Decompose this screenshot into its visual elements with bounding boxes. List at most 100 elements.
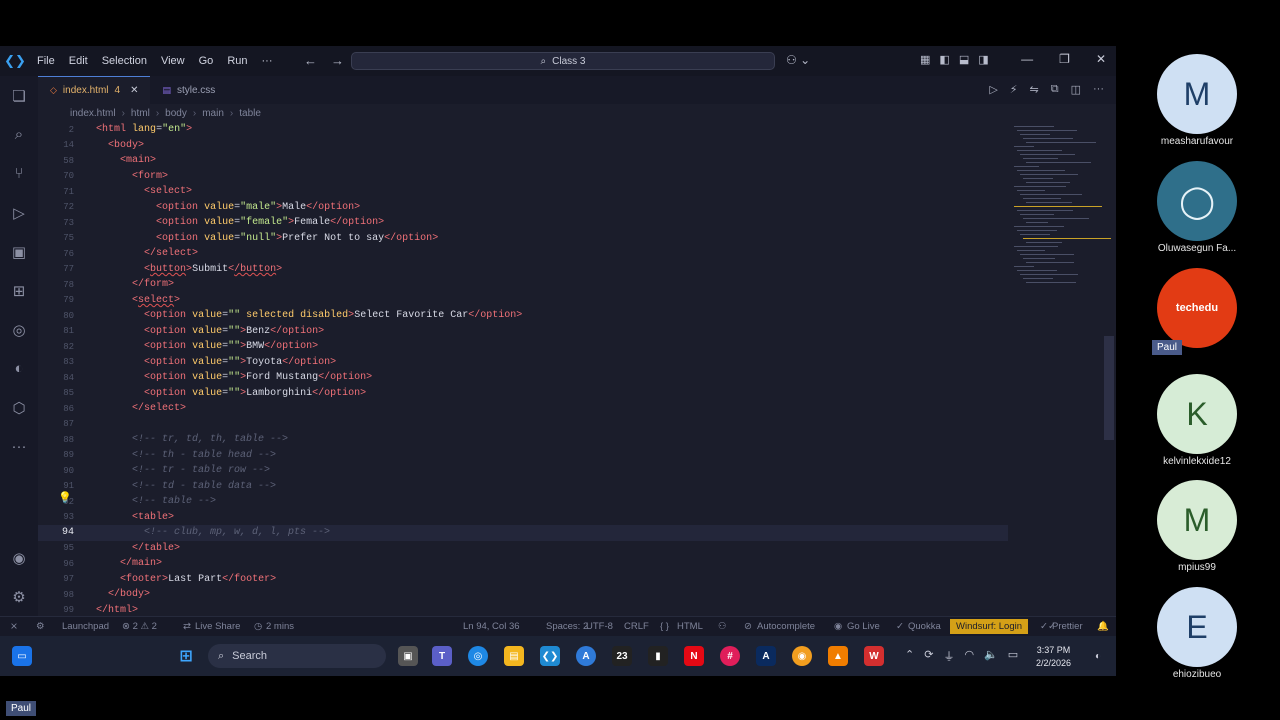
do-not-disturb-icon[interactable]: ◐ <box>1088 646 1108 666</box>
code-line[interactable]: 79 <select> <box>38 293 1008 309</box>
firefox-icon[interactable]: ◉ <box>792 646 812 666</box>
code-line[interactable]: 76 </select> <box>38 246 1008 262</box>
menu-edit[interactable]: Edit <box>62 55 95 67</box>
windsurf-login-button[interactable]: Windsurf: Login <box>950 619 1029 634</box>
quokka-item[interactable]: Quokka <box>908 621 941 632</box>
wps-office-icon[interactable]: W <box>864 646 884 666</box>
go-live-item[interactable]: Go Live <box>847 621 880 632</box>
microphone-icon[interactable]: ⏚ <box>943 648 954 664</box>
chrome-icon[interactable]: ◎ <box>468 646 488 666</box>
code-line[interactable]: 92 <!-- table --> <box>38 494 1008 510</box>
teams-icon[interactable]: T <box>432 646 452 666</box>
split-editor-icon[interactable]: ◫ <box>1071 83 1081 96</box>
code-line[interactable]: 95 </table> <box>38 541 1008 557</box>
edge-tools-icon[interactable]: ◐ <box>0 349 38 388</box>
terminal-icon[interactable]: ▮ <box>648 646 668 666</box>
remote-icon[interactable]: ⨯ <box>10 621 18 632</box>
minimize-icon[interactable]: — <box>1021 52 1033 66</box>
indentation[interactable]: Spaces: 2 <box>546 621 588 632</box>
participant-tile[interactable]: ◯ Oluwasegun Fa... <box>1130 161 1264 254</box>
problems-item[interactable]: ⊗ 2 ⚠ 2 <box>122 621 157 632</box>
minimap[interactable] <box>1010 122 1111 442</box>
code-line[interactable]: 91 <!-- td - table data --> <box>38 479 1008 495</box>
tab-style-css[interactable]: ▤ style.css <box>150 76 227 104</box>
task-view-icon[interactable]: ▣ <box>398 646 418 666</box>
line-ending[interactable]: CRLF <box>624 621 649 632</box>
battery-icon[interactable]: ▭ <box>1008 648 1018 664</box>
code-line[interactable]: 94 <!-- club, mp, w, d, l, pts --> <box>38 525 1008 541</box>
code-line[interactable]: 97 <footer>Last Part</footer> <box>38 572 1008 588</box>
breadcrumb-item[interactable]: index.html <box>70 108 116 119</box>
app-store-icon[interactable]: A <box>576 646 596 666</box>
sync-icon[interactable]: ⟳ <box>924 648 933 664</box>
gitlens-icon[interactable]: ◎ <box>0 310 38 349</box>
code-line[interactable]: 89 <!-- th - table head --> <box>38 448 1008 464</box>
source-control-icon[interactable]: ⑂ <box>0 154 38 193</box>
code-line[interactable]: 77 <button>Submit</button> <box>38 262 1008 278</box>
prettier-item[interactable]: Prettier <box>1052 621 1083 632</box>
slack-icon[interactable]: # <box>720 646 740 666</box>
autocomplete-item[interactable]: Autocomplete <box>757 621 815 632</box>
code-line[interactable]: 85 <option value="">Lamborghini</option> <box>38 386 1008 402</box>
search-view-icon[interactable]: ⌕ <box>0 115 38 154</box>
cursor-position[interactable]: Ln 94, Col 36 <box>463 621 520 632</box>
breadcrumb-item[interactable]: body <box>165 108 187 119</box>
timer-item[interactable]: 2 mins <box>266 621 294 632</box>
participant-tile[interactable]: Mmpius99 <box>1130 480 1264 573</box>
scrollbar-thumb[interactable] <box>1104 336 1114 440</box>
run-debug-icon[interactable]: ▷ <box>0 193 38 232</box>
arc-icon[interactable]: A <box>756 646 776 666</box>
menu-run[interactable]: Run <box>220 55 254 67</box>
open-preview-icon[interactable]: ⧉ <box>1051 83 1059 96</box>
breadcrumb-item[interactable]: table <box>239 108 261 119</box>
breadcrumb-item[interactable]: main <box>202 108 224 119</box>
windows-start-icon[interactable]: ⊞ <box>176 646 196 666</box>
code-line[interactable]: 78 </form> <box>38 277 1008 293</box>
code-line[interactable]: 71 <select> <box>38 184 1008 200</box>
code-line[interactable]: 58 <main> <box>38 153 1008 169</box>
code-line[interactable]: 81 <option value="">Benz</option> <box>38 324 1008 340</box>
menu-more[interactable]: ··· <box>255 55 280 67</box>
command-center-search[interactable]: ⌕ Class 3 <box>351 52 775 70</box>
explorer-icon[interactable]: ❏ <box>0 76 38 115</box>
restore-icon[interactable]: ❐ <box>1059 52 1070 66</box>
toggle-secondary-sidebar-icon[interactable]: ◨ <box>978 53 988 66</box>
toggle-sidebar-icon[interactable]: ◧ <box>939 53 949 66</box>
code-line[interactable]: 86 </select> <box>38 401 1008 417</box>
wifi-icon[interactable]: ◠ <box>964 648 974 664</box>
vscode-taskbar-icon[interactable]: ❮❯ <box>540 646 560 666</box>
language-mode[interactable]: HTML <box>677 621 703 632</box>
code-line[interactable]: 72 <option value="male">Male</option> <box>38 200 1008 216</box>
more-actions-icon[interactable]: ··· <box>1093 83 1104 96</box>
code-line[interactable]: 2 <html lang="en"> <box>38 122 1008 138</box>
volume-icon[interactable]: 🔈 <box>984 648 998 664</box>
encoding[interactable]: UTF-8 <box>586 621 613 632</box>
code-editor[interactable]: 2 <html lang="en"> 14 <body> 58 <main> 70 <f… <box>38 122 1008 616</box>
menu-view[interactable]: View <box>154 55 192 67</box>
code-line[interactable]: 90 <!-- tr - table row --> <box>38 463 1008 479</box>
copilot-status-icon[interactable]: ⚇ <box>718 621 727 632</box>
code-line[interactable]: 70 <form> <box>38 169 1008 185</box>
customize-layout-icon[interactable]: ▦ <box>920 53 930 66</box>
tab-index-html[interactable]: ◇ index.html 4 ✕ <box>38 76 151 104</box>
more-views-icon[interactable]: ··· <box>0 427 38 466</box>
run-icon[interactable]: ▷ <box>989 83 997 96</box>
calendar-icon[interactable]: 23 <box>612 646 632 666</box>
code-line[interactable]: 75 <option value="null">Prefer Not to sa… <box>38 231 1008 247</box>
code-line[interactable]: 96 </main> <box>38 556 1008 572</box>
settings-gear-icon[interactable]: ⚙ <box>0 577 38 616</box>
back-arrow-icon[interactable]: ← <box>304 53 331 68</box>
taskbar-clock[interactable]: 3:37 PM 2/2/2026 <box>1036 644 1071 670</box>
widgets-icon[interactable]: ▭ <box>12 646 32 666</box>
participant-tile[interactable]: Kkelvinlekxide12 <box>1130 374 1264 467</box>
file-explorer-icon[interactable]: ▤ <box>504 646 524 666</box>
lightbulb-icon[interactable]: 💡 <box>58 491 72 504</box>
breadcrumb-item[interactable]: html <box>131 108 150 119</box>
containers-icon[interactable]: ⬡ <box>0 388 38 427</box>
liveshare-item[interactable]: Live Share <box>195 621 240 632</box>
menu-file[interactable]: File <box>30 55 62 67</box>
close-tab-icon[interactable]: ✕ <box>130 85 138 96</box>
notifications-bell-icon[interactable]: 🔔 <box>1097 621 1109 632</box>
code-line[interactable]: 88 <!-- tr, td, th, table --> <box>38 432 1008 448</box>
code-line[interactable]: 73 <option value="female">Female</option… <box>38 215 1008 231</box>
